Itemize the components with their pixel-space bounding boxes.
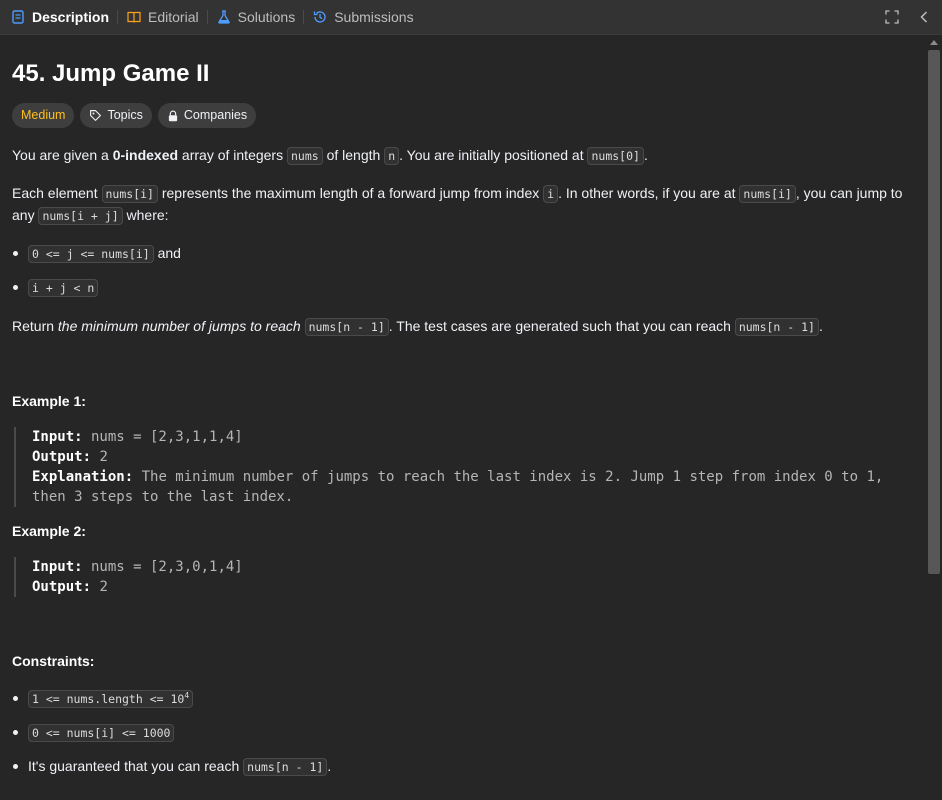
companies-label: Companies: [183, 108, 248, 122]
example-explanation: Explanation: The minimum number of jumps…: [32, 467, 912, 507]
inline-code: nums[n - 1]: [734, 318, 819, 336]
tab-solutions[interactable]: Solutions: [208, 9, 304, 25]
lock-icon: [168, 110, 178, 121]
scrollbar-thumb[interactable]: [928, 50, 940, 574]
constraints-title: Constraints:: [12, 653, 95, 669]
description-paragraph: You are given a 0-indexed array of integ…: [12, 145, 912, 167]
output-label: Output:: [32, 449, 92, 465]
condition-list: 0 <= j <= nums[i] and i + j < n: [12, 243, 912, 299]
text: represents the maximum length of a forwa…: [157, 185, 544, 201]
maximize-icon[interactable]: [884, 9, 900, 25]
italic-text: the minimum number of jumps to reach: [57, 318, 301, 334]
inline-code: nums[n - 1]: [243, 758, 328, 776]
input-label: Input:: [32, 559, 83, 575]
text: . The test cases are generated such that…: [388, 318, 735, 334]
text: [301, 318, 305, 334]
book-icon: [127, 11, 141, 23]
example-output: Output: 2: [32, 577, 912, 597]
problem-title[interactable]: 45. Jump Game II: [12, 59, 912, 89]
inline-code: i + j < n: [28, 279, 99, 297]
tab-label: Description: [32, 9, 110, 25]
example-1-title: Example 1:: [12, 393, 86, 409]
tab-bar: Description Editorial Solutions Submissi…: [0, 0, 942, 35]
description-icon: [12, 10, 24, 24]
list-item: 0 <= j <= nums[i] and: [13, 243, 912, 265]
example-output: Output: 2: [32, 447, 912, 467]
description-paragraph: Return the minimum number of jumps to re…: [12, 316, 912, 338]
tab-bar-actions: [884, 9, 942, 25]
list-item: 0 <= nums[i] <= 1000: [13, 722, 912, 744]
example-input: Input: nums = [2,3,1,1,4]: [32, 427, 912, 447]
output-label: Output:: [32, 579, 92, 595]
problem-tags: Medium Topics Companies: [12, 103, 912, 128]
list-item: i + j < n: [13, 277, 912, 299]
difficulty-badge[interactable]: Medium: [12, 103, 75, 128]
problem-description: 45. Jump Game II Medium Topics Companies…: [12, 36, 912, 778]
explanation-text: The minimum number of jumps to reach the…: [32, 469, 884, 505]
text: . In other words, if you are at: [558, 185, 740, 201]
inline-code: n: [384, 147, 400, 165]
inline-code: nums[i]: [101, 185, 158, 203]
text: It's guaranteed that you can reach: [28, 758, 244, 774]
tab-submissions[interactable]: Submissions: [304, 9, 421, 25]
inline-code: 1 <= nums.length <= 104: [28, 690, 194, 708]
example-2-block: Input: nums = [2,3,0,1,4] Output: 2: [14, 557, 912, 597]
tab-label: Solutions: [237, 9, 296, 25]
text: .: [327, 758, 332, 774]
scroll-up-arrow-icon[interactable]: [930, 40, 938, 45]
tab-label: Submissions: [334, 9, 414, 25]
difficulty-label: Medium: [21, 108, 66, 122]
output-value: 2: [91, 449, 108, 465]
input-label: Input:: [32, 429, 83, 445]
text: and: [153, 245, 181, 261]
tab-label: Editorial: [148, 9, 199, 25]
text: You are given a: [12, 147, 113, 163]
text: where:: [122, 207, 169, 223]
inline-code: nums[i]: [739, 185, 796, 203]
text: Each element: [12, 185, 102, 201]
input-value: nums = [2,3,0,1,4]: [82, 559, 243, 575]
tab-editorial[interactable]: Editorial: [118, 9, 207, 25]
list-item: It's guaranteed that you can reach nums[…: [13, 756, 912, 778]
companies-tag[interactable]: Companies: [157, 103, 257, 128]
inline-code: nums: [286, 147, 323, 165]
inline-code: nums[n - 1]: [304, 318, 389, 336]
inline-code: 0 <= j <= nums[i]: [28, 245, 154, 263]
inline-code: i: [543, 185, 559, 203]
output-value: 2: [91, 579, 108, 595]
topics-label: Topics: [107, 108, 143, 122]
input-value: nums = [2,3,1,1,4]: [82, 429, 243, 445]
superscript: 4: [184, 691, 190, 701]
topics-tag[interactable]: Topics: [80, 103, 152, 128]
text: .: [643, 147, 648, 163]
list-item: 1 <= nums.length <= 104: [13, 688, 912, 710]
history-icon: [314, 11, 326, 23]
code-text: 1 <= nums.length <= 10: [32, 692, 185, 706]
inline-code: nums[0]: [587, 147, 644, 165]
inline-code: nums[i + j]: [38, 207, 123, 225]
flask-icon: [217, 10, 230, 24]
tag-icon: [90, 110, 102, 121]
text: array of integers: [178, 147, 287, 163]
example-1-block: Input: nums = [2,3,1,1,4] Output: 2 Expl…: [14, 427, 912, 507]
text: .: [818, 318, 823, 334]
example-2-title: Example 2:: [12, 523, 86, 539]
example-input: Input: nums = [2,3,0,1,4]: [32, 557, 912, 577]
inline-code: 0 <= nums[i] <= 1000: [28, 724, 175, 742]
tab-description[interactable]: Description: [0, 9, 117, 25]
bold-text: 0-indexed: [112, 147, 179, 163]
text: . You are initially positioned at: [399, 147, 588, 163]
explanation-label: Explanation:: [32, 469, 134, 485]
description-paragraph: Each element nums[i] represents the maxi…: [12, 183, 912, 227]
text: Return: [12, 318, 58, 334]
constraints-list: 1 <= nums.length <= 104 0 <= nums[i] <= …: [12, 688, 912, 778]
text: of length: [322, 147, 385, 163]
chevron-left-icon[interactable]: [916, 9, 932, 25]
